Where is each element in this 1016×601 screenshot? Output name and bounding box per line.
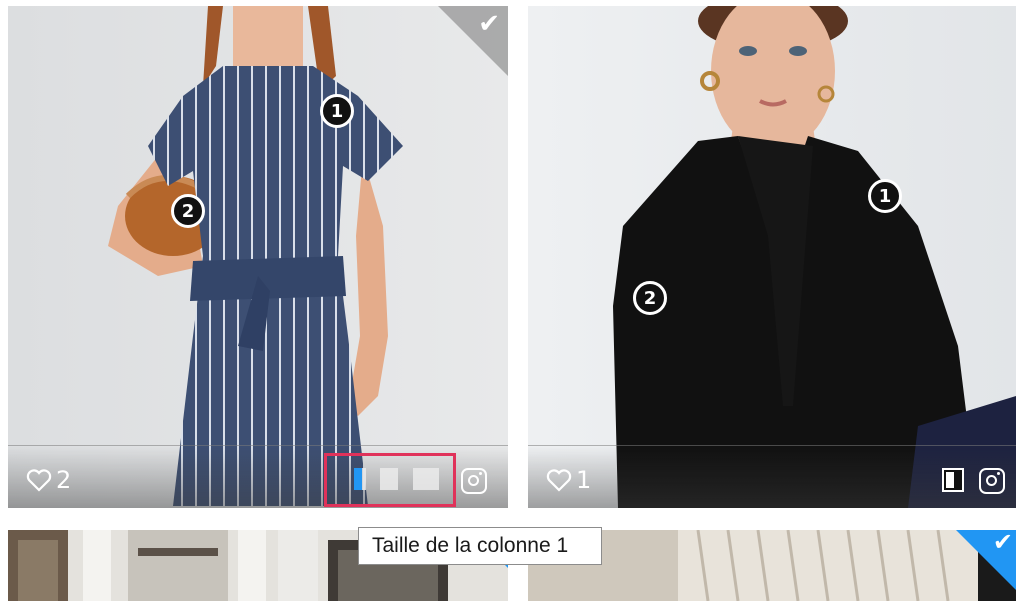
checkmark-icon: ✔ <box>478 9 500 39</box>
product-marker-2[interactable]: 2 <box>633 281 667 315</box>
photo-card-2[interactable]: 1 2 1 <box>528 6 1016 508</box>
product-marker-2[interactable]: 2 <box>171 194 205 228</box>
like-count: 2 <box>56 466 72 494</box>
instagram-icon[interactable] <box>979 468 1005 494</box>
like-count: 1 <box>576 466 592 494</box>
column-size-icon[interactable] <box>942 468 964 492</box>
like-button[interactable]: 2 <box>26 466 71 494</box>
product-marker-1[interactable]: 1 <box>320 94 354 128</box>
column-size-selector-highlight <box>324 453 456 507</box>
heart-icon <box>546 469 572 492</box>
column-size-tooltip: Taille de la colonne 1 <box>358 527 602 565</box>
product-marker-1[interactable]: 1 <box>868 179 902 213</box>
checkmark-icon: ✔ <box>992 530 1013 556</box>
heart-icon <box>26 469 52 492</box>
photo-black-top <box>528 6 1016 508</box>
like-button[interactable]: 1 <box>546 466 591 494</box>
instagram-icon[interactable] <box>461 468 487 494</box>
photo-card-1[interactable]: ✔ 1 2 2 <box>8 6 508 508</box>
tooltip-text: Taille de la colonne 1 <box>372 534 569 557</box>
photo-striped-dress <box>8 6 508 508</box>
